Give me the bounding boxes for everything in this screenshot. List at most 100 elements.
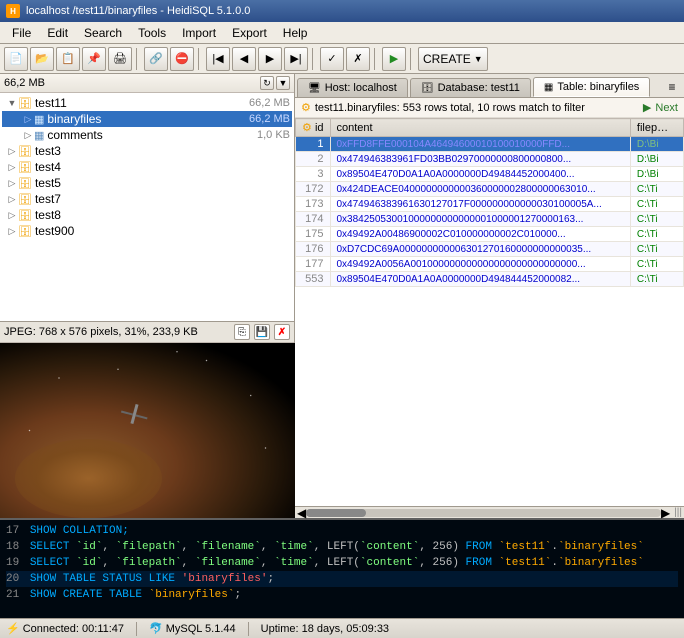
prev-btn[interactable]: ◀ xyxy=(232,47,256,71)
tab-host[interactable]: 🖥 Host: localhost xyxy=(297,78,408,97)
expand-arrow-test8[interactable]: ▷ xyxy=(6,210,18,221)
table-row[interactable]: 174 0x3842505300100000000000000100000127… xyxy=(296,212,684,227)
scroll-left-btn[interactable]: ◀ xyxy=(297,506,306,520)
create-dropdown[interactable]: CREATE ▼ xyxy=(418,47,488,71)
tree-node-test5[interactable]: ▷ 🗄 test5 xyxy=(2,175,292,191)
tree-header: 66,2 MB ↻ ▼ xyxy=(0,74,294,93)
expand-arrow-test7[interactable]: ▷ xyxy=(6,194,18,205)
cell-filepath: C:\Ti xyxy=(630,257,683,272)
next-row-btn[interactable]: ▶ xyxy=(258,47,282,71)
sql-kw-21a: SHOW CREATE TABLE xyxy=(30,589,149,601)
expand-arrow-test11[interactable]: ▼ xyxy=(6,98,18,108)
paste-btn[interactable]: 📌 xyxy=(82,47,106,71)
table-row[interactable]: 172 0x424DEACE04000000000003600000028000… xyxy=(296,182,684,197)
tree-node-binaryfiles[interactable]: ▷ ▦ binaryfiles 66,2 MB xyxy=(2,111,292,127)
sql-col-18c: `filename` xyxy=(195,541,261,553)
table-row[interactable]: 3 0x89504E470D0A1A0A0000000D494844520004… xyxy=(296,167,684,182)
node-label-test900: test900 xyxy=(35,224,290,238)
menu-search[interactable]: Search xyxy=(76,24,130,42)
tree-node-comments[interactable]: ▷ ▦ comments 1,0 KB xyxy=(2,127,292,143)
tree-node-test4[interactable]: ▷ 🗄 test4 xyxy=(2,159,292,175)
sql-line-17: 17 SHOW COLLATION; xyxy=(6,523,678,539)
uptime-text: Uptime: 18 days, 05:09:33 xyxy=(261,623,389,635)
table-row[interactable]: 173 0x474946383961630127017F000000000000… xyxy=(296,197,684,212)
connect-btn[interactable]: 🔗 xyxy=(144,47,168,71)
menu-export[interactable]: Export xyxy=(224,24,275,42)
scroll-indicator: ||| xyxy=(674,507,682,518)
cancel-btn[interactable]: ✗ xyxy=(346,47,370,71)
open-btn[interactable]: 📂 xyxy=(30,47,54,71)
left-panel: 66,2 MB ↻ ▼ ▼ 🗄 test11 66,2 MB ▷ ▦ binar… xyxy=(0,74,295,518)
next-label[interactable]: Next xyxy=(655,102,678,114)
tree-node-test11[interactable]: ▼ 🗄 test11 66,2 MB xyxy=(2,95,292,111)
menu-import[interactable]: Import xyxy=(174,24,224,42)
table-row[interactable]: 175 0x49492A00486900002C010000000002C010… xyxy=(296,227,684,242)
tree-node-test900[interactable]: ▷ 🗄 test900 xyxy=(2,223,292,239)
table-row[interactable]: 553 0x89504E470D0A1A0A0000000D4948444520… xyxy=(296,272,684,287)
sql-kw-19b: FROM xyxy=(466,557,499,569)
table-row[interactable]: 176 0xD7CDC69A00000000000630127016000000… xyxy=(296,242,684,257)
sql-keyword-17: SHOW COLLATION; xyxy=(30,525,129,537)
data-grid[interactable]: ⚙ id content filep… 1 0xFFD8F xyxy=(295,118,684,506)
table-row[interactable]: 2 0x474946383961FD03BB029700000008000008… xyxy=(296,152,684,167)
sql-num-18: 18 xyxy=(6,541,19,553)
scroll-right-btn[interactable]: ▶ xyxy=(661,506,670,520)
check-btn[interactable]: ✓ xyxy=(320,47,344,71)
server-text: MySQL 5.1.44 xyxy=(166,623,236,635)
tree-refresh[interactable]: ↻ xyxy=(260,76,274,90)
menu-file[interactable]: File xyxy=(4,24,39,42)
tree-node-test8[interactable]: ▷ 🗄 test8 xyxy=(2,207,292,223)
expand-arrow-comments[interactable]: ▷ xyxy=(22,130,34,141)
col-header-filepath[interactable]: filep… xyxy=(630,119,683,137)
tab-database-label: Database: test11 xyxy=(438,82,520,94)
tree-node-test3[interactable]: ▷ 🗄 test3 xyxy=(2,143,292,159)
menu-help[interactable]: Help xyxy=(275,24,316,42)
tab-database[interactable]: 🗄 Database: test11 xyxy=(410,78,531,97)
sql-panel[interactable]: 17 SHOW COLLATION; 18 SELECT `id`, `file… xyxy=(0,518,684,618)
h-scroll-thumb[interactable] xyxy=(306,509,366,517)
menu-edit[interactable]: Edit xyxy=(39,24,76,42)
table-row[interactable]: 177 0x49492A0056A00100000000000000000000… xyxy=(296,257,684,272)
tree-collapse[interactable]: ▼ xyxy=(276,76,290,90)
table-tab-icon: ▦ xyxy=(544,82,553,93)
title-bar: H localhost /test11/binaryfiles - HeidiS… xyxy=(0,0,684,22)
col-header-content[interactable]: content xyxy=(330,119,630,137)
sql-col-18b: `filepath` xyxy=(116,541,182,553)
node-label-test11: test11 xyxy=(35,96,245,110)
expand-arrow-binaryfiles[interactable]: ▷ xyxy=(22,114,34,125)
node-size-binaryfiles: 66,2 MB xyxy=(249,113,290,125)
save-image-btn[interactable]: 💾 xyxy=(254,324,270,340)
node-label-test4: test4 xyxy=(35,160,290,174)
col-header-id[interactable]: ⚙ id xyxy=(296,119,331,137)
image-info-bar: JPEG: 768 x 576 pixels, 31%, 233,9 KB ⎘ … xyxy=(0,322,294,343)
node-size-test11: 66,2 MB xyxy=(249,97,290,109)
sql-line-21: 21 SHOW CREATE TABLE `binaryfiles`; xyxy=(6,587,678,603)
print-btn[interactable]: 🖨 xyxy=(108,47,132,71)
last-btn[interactable]: ▶| xyxy=(284,47,308,71)
table-row[interactable]: 1 0xFFD8FFE000104A46494600010100010000FF… xyxy=(296,137,684,152)
first-btn[interactable]: |◀ xyxy=(206,47,230,71)
run-btn[interactable]: ▶ xyxy=(382,47,406,71)
tab-table[interactable]: ▦ Table: binaryfiles xyxy=(533,77,650,97)
new-tab-btn[interactable]: ≡ xyxy=(662,77,682,97)
disconnect-btn[interactable]: ⛔ xyxy=(170,47,194,71)
cell-id: 2 xyxy=(296,152,331,167)
sql-tbl-19b: `binaryfiles` xyxy=(558,557,644,569)
tree-node-test7[interactable]: ▷ 🗄 test7 xyxy=(2,191,292,207)
sep5 xyxy=(410,48,414,70)
close-image-btn[interactable]: ✗ xyxy=(274,324,290,340)
h-scrollbar[interactable]: ◀ ▶ ||| xyxy=(295,506,684,518)
h-scroll-track[interactable] xyxy=(306,509,661,517)
expand-arrow-test5[interactable]: ▷ xyxy=(6,178,18,189)
menu-tools[interactable]: Tools xyxy=(130,24,174,42)
expand-arrow-test4[interactable]: ▷ xyxy=(6,162,18,173)
cell-id: 3 xyxy=(296,167,331,182)
dropdown-arrow: ▼ xyxy=(474,54,483,64)
new-btn[interactable]: 📄 xyxy=(4,47,28,71)
server-icon: 🐬 xyxy=(149,622,163,635)
expand-arrow-test900[interactable]: ▷ xyxy=(6,226,18,237)
copy-btn[interactable]: 📋 xyxy=(56,47,80,71)
cell-filepath: D:\Bi xyxy=(630,152,683,167)
expand-arrow-test3[interactable]: ▷ xyxy=(6,146,18,157)
copy-image-btn[interactable]: ⎘ xyxy=(234,324,250,340)
